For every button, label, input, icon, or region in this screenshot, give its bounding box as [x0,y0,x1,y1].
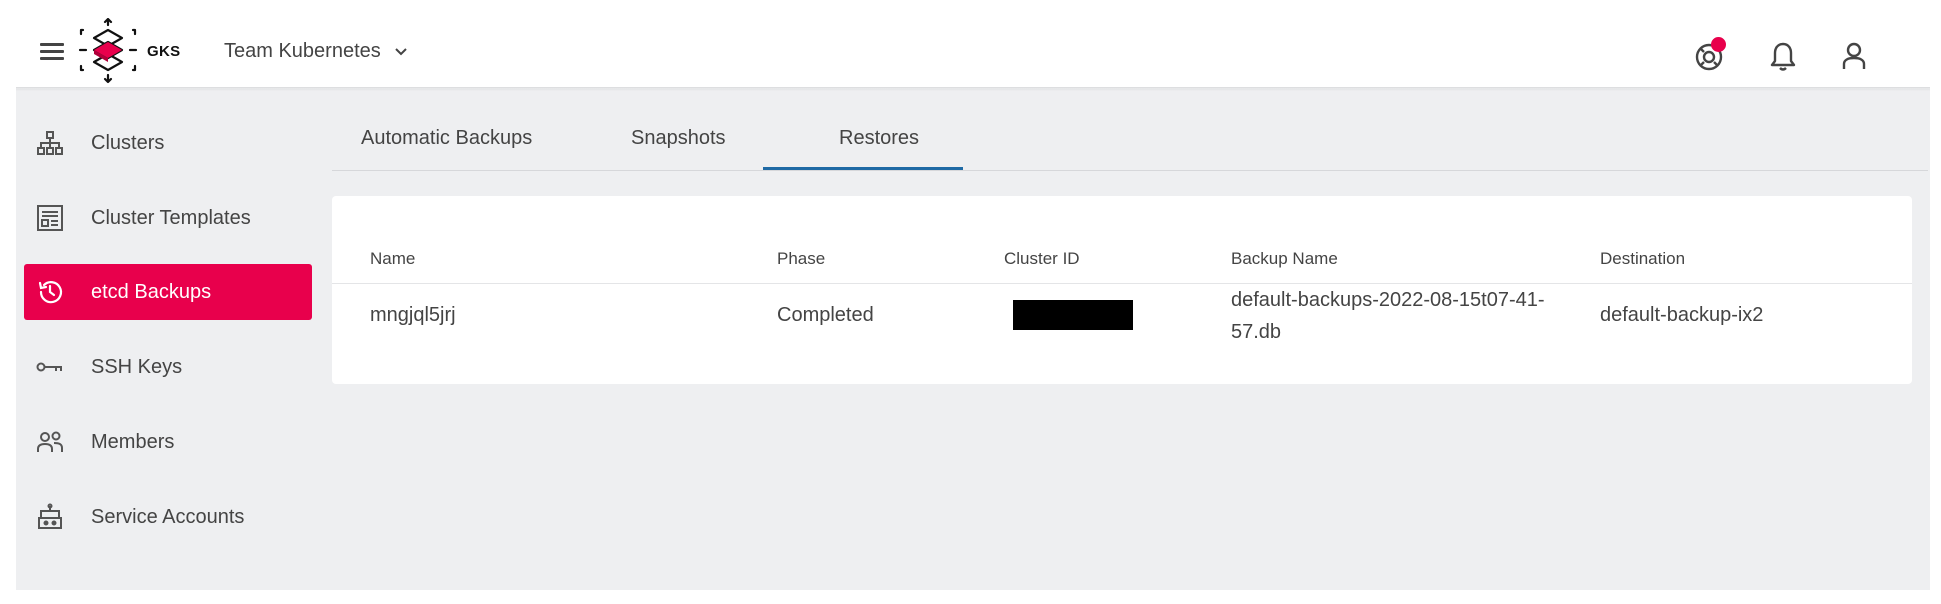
tab-snapshots[interactable]: Snapshots [631,127,726,150]
robot-icon [38,503,62,529]
restore-name: mngjql5jrj [370,304,456,326]
column-header-cluster-id[interactable]: Cluster ID [1004,249,1080,269]
column-header-destination[interactable]: Destination [1600,249,1685,269]
top-bar: GKS Team Kubernetes [0,0,1941,89]
redacted-cluster-id [1013,300,1133,330]
sidebar-item-label: Clusters [91,131,165,154]
bell-icon[interactable] [1765,38,1801,74]
sitemap-icon [37,131,63,155]
menu-icon[interactable] [38,40,66,62]
sidebar-item-clusters[interactable]: Clusters [24,115,312,171]
user-icon[interactable] [1836,38,1872,74]
sidebar-item-label: Cluster Templates [91,206,251,229]
main-area: Clusters Cluster Templates etcd Backups … [16,89,1930,590]
sidebar-item-ssh-keys[interactable]: SSH Keys [24,339,312,395]
column-header-backup-name[interactable]: Backup Name [1231,249,1338,269]
sidebar-item-etcd-backups[interactable]: etcd Backups [24,264,312,320]
notification-dot [1711,37,1726,52]
column-header-phase[interactable]: Phase [777,249,825,269]
backup-tabs: Automatic Backups Snapshots Restores [332,89,1928,171]
brand-name: GKS [147,43,181,60]
backup-name-line2: 57.db [1231,321,1282,343]
sidebar-item-label: Members [91,430,175,453]
tab-restores[interactable]: Restores [839,127,919,150]
team-selector[interactable]: Team Kubernetes [224,40,409,63]
backup-name-line1: default-backups-2022-08-15t07-41- [1231,289,1545,311]
restore-destination: default-backup-ix2 [1600,304,1764,326]
members-icon [37,431,63,452]
sidebar-item-service-accounts[interactable]: Service Accounts [24,489,312,545]
active-tab-indicator [763,167,963,170]
sidebar-item-cluster-templates[interactable]: Cluster Templates [24,190,312,246]
tab-automatic-backups[interactable]: Automatic Backups [361,127,532,150]
sidebar-item-label: Service Accounts [91,505,245,528]
template-icon [37,205,63,231]
header-shadow [16,87,1930,91]
column-header-name[interactable]: Name [370,249,415,269]
restore-phase: Completed [777,304,874,326]
history-icon [38,281,63,304]
restores-table: Name Phase Cluster ID Backup Name Destin… [332,196,1912,384]
sidebar-item-members[interactable]: Members [24,414,312,470]
gks-logo[interactable] [77,18,139,84]
team-name: Team Kubernetes [224,40,381,62]
sidebar-item-label: SSH Keys [91,355,183,378]
key-icon [36,362,62,372]
chevron-down-icon [395,47,407,55]
sidebar-item-label: etcd Backups [91,280,212,303]
header-divider [332,283,1912,284]
help-icon[interactable] [1692,37,1728,74]
